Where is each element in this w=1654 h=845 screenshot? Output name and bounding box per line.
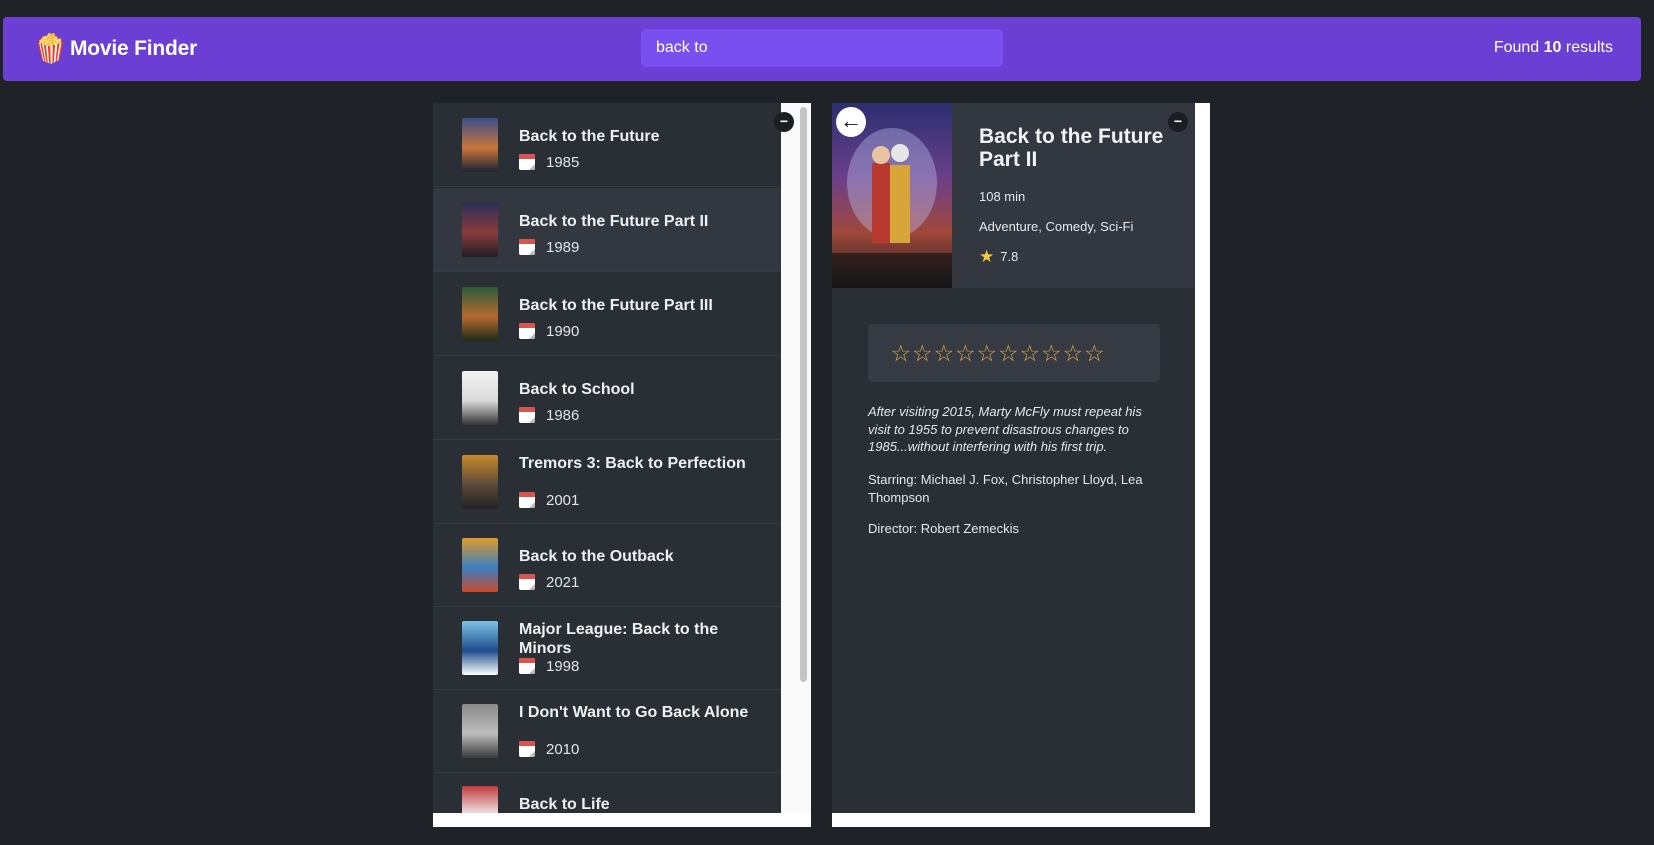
movie-poster: [462, 118, 498, 172]
detail-starring: Starring: Michael J. Fox, Christopher Ll…: [868, 472, 1143, 505]
detail-genres: Adventure, Comedy, Sci-Fi: [979, 219, 1134, 234]
detail-rating: ★ 7.8: [979, 248, 1018, 265]
result-count-number: 10: [1543, 39, 1562, 56]
calendar-icon: [519, 154, 535, 170]
popcorn-icon: 🍿: [33, 33, 68, 64]
list-item[interactable]: Back to the Future Part III 1990: [433, 272, 781, 356]
list-item[interactable]: Back to the Outback 2021: [433, 523, 781, 607]
app-header: 🍿 Movie Finder Found 10 results: [3, 17, 1641, 81]
movie-title: Major League: Back to the Minors: [519, 621, 719, 657]
calendar-icon: [519, 741, 535, 757]
movie-poster: [462, 621, 498, 675]
rating-star-icon[interactable]: ☆: [933, 341, 955, 365]
rating-star-icon[interactable]: ☆: [1041, 341, 1063, 365]
collapse-list-button[interactable]: −: [774, 112, 794, 132]
year-text: 1985: [546, 153, 580, 171]
detail-panel: ← Back to the Future Part II 108 min Adv…: [832, 103, 1210, 827]
back-button[interactable]: ←: [836, 107, 866, 137]
results-list: Back to the Future 1985 Back to the Future…: [433, 103, 781, 813]
movie-poster: [462, 704, 498, 758]
movie-poster: [462, 455, 498, 509]
movie-year: 2010: [519, 739, 579, 759]
list-item[interactable]: Back to School 1986: [433, 356, 781, 440]
movie-poster: [462, 538, 498, 592]
rating-star-icon[interactable]: ☆: [890, 341, 912, 365]
year-text: 2001: [546, 491, 580, 509]
movie-year: 2021: [519, 572, 579, 592]
detail-header: ← Back to the Future Part II 108 min Adv…: [832, 103, 1195, 288]
scrollbar-thumb[interactable]: [800, 107, 807, 682]
result-count: Found 10 results: [1494, 39, 1613, 57]
app-title: Movie Finder: [70, 37, 198, 60]
year-text: 1989: [546, 238, 580, 256]
list-item[interactable]: Back to Life: [433, 771, 781, 813]
result-count-prefix: Found: [1493, 39, 1544, 56]
movie-poster: [462, 786, 498, 813]
year-text: 2010: [546, 740, 580, 758]
year-text: 1986: [546, 406, 580, 424]
list-item[interactable]: Back to the Future Part II 1989: [433, 188, 781, 272]
movie-title: Back to the Future Part II: [519, 213, 709, 230]
detail-director: Director: Robert Zemeckis: [868, 521, 1019, 536]
brand: 🍿 Movie Finder: [33, 32, 197, 66]
year-text: 1998: [546, 657, 580, 675]
rating-star-icon[interactable]: ☆: [955, 341, 977, 365]
movie-title: Back to the Future Part III: [519, 297, 713, 314]
movie-poster: [462, 203, 498, 257]
movie-title: Back to School: [519, 381, 635, 398]
rating-star-icon[interactable]: ☆: [1019, 341, 1041, 365]
movie-poster: [462, 371, 498, 425]
calendar-icon: [519, 492, 535, 508]
result-count-suffix: results: [1561, 39, 1613, 56]
detail-plot: After visiting 2015, Marty McFly must re…: [868, 404, 1142, 454]
rating-star-icon[interactable]: ☆: [912, 341, 934, 365]
calendar-icon: [519, 239, 535, 255]
list-item[interactable]: Tremors 3: Back to Perfection 2001: [433, 440, 781, 524]
movie-year: 1986: [519, 405, 579, 425]
movie-title: Back to the Outback: [519, 548, 674, 565]
results-panel: Back to the Future 1985 Back to the Future…: [433, 103, 811, 827]
list-item[interactable]: Major League: Back to the Minors 1998: [433, 606, 781, 690]
calendar-icon: [519, 407, 535, 423]
movie-year: 1989: [519, 237, 579, 257]
year-text: 2021: [546, 573, 580, 591]
rating-star-icon[interactable]: ☆: [1084, 341, 1106, 365]
movie-poster: [462, 287, 498, 341]
detail-runtime: 108 min: [979, 189, 1026, 204]
year-text: 1990: [546, 322, 580, 340]
detail-content: ← Back to the Future Part II 108 min Adv…: [832, 103, 1195, 813]
movie-title: Back to the Future: [519, 128, 660, 145]
list-item[interactable]: I Don't Want to Go Back Alone 2010: [433, 689, 781, 773]
collapse-detail-button[interactable]: −: [1168, 112, 1188, 132]
movie-year: 1990: [519, 321, 579, 341]
movie-year: 1985: [519, 152, 579, 172]
rating-value: 7.8: [1000, 249, 1019, 264]
rating-star-icon[interactable]: ☆: [976, 341, 998, 365]
rating-star-icon[interactable]: ☆: [998, 341, 1020, 365]
calendar-icon: [519, 323, 535, 339]
movie-title: I Don't Want to Go Back Alone: [519, 704, 749, 721]
movie-title: Tremors 3: Back to Perfection: [519, 455, 746, 472]
search-input[interactable]: [641, 29, 1003, 67]
movie-title: Back to Life: [519, 796, 610, 813]
detail-title: Back to the Future Part II: [979, 125, 1164, 171]
rating-star-icon[interactable]: ☆: [1062, 341, 1084, 365]
movie-year: 2001: [519, 490, 579, 510]
list-item[interactable]: Back to the Future 1985: [433, 103, 781, 187]
calendar-icon: [519, 574, 535, 590]
user-rating-widget: ☆ ☆ ☆ ☆ ☆ ☆ ☆ ☆ ☆ ☆: [868, 324, 1160, 382]
movie-year: 1998: [519, 656, 579, 676]
star-icon: ★: [979, 247, 995, 266]
calendar-icon: [519, 658, 535, 674]
